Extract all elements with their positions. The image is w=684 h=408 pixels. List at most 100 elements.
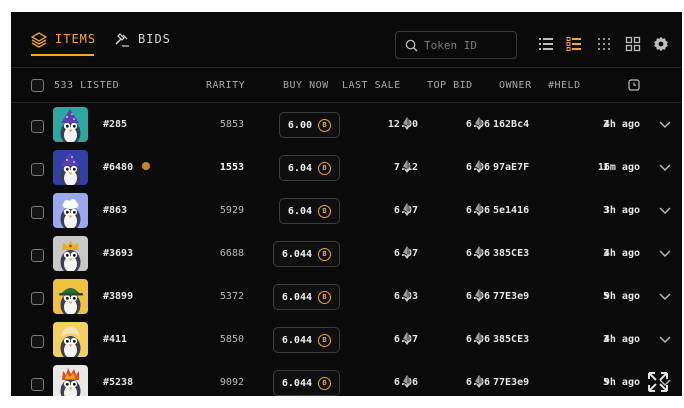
- owner-address[interactable]: 385CE3: [493, 248, 529, 259]
- row-checkbox[interactable]: [31, 163, 44, 176]
- rarity-value: 5929: [219, 205, 244, 216]
- row-checkbox[interactable]: [31, 120, 44, 133]
- rarity-value: 6688: [219, 248, 244, 259]
- nft-thumbnail[interactable]: [53, 322, 88, 357]
- listed-time: 9h ago: [603, 377, 640, 388]
- table-header: 533 LISTED RARITY BUY NOW LAST SALE TOP …: [11, 69, 682, 103]
- token-name[interactable]: #6480: [103, 162, 133, 173]
- blur-coin-icon: B: [318, 247, 331, 261]
- row-checkbox[interactable]: [31, 249, 44, 262]
- blur-coin-icon: B: [318, 376, 331, 390]
- table-row[interactable]: #41158506.044B6.076.06385CE334h ago: [11, 319, 682, 362]
- buy-now-button[interactable]: 6.04 B: [278, 198, 340, 224]
- status-badge: [142, 162, 150, 170]
- chevron-down-icon[interactable]: [659, 205, 671, 215]
- col-last-sale[interactable]: LAST SALE: [342, 80, 401, 91]
- listed-time: 4h ago: [603, 334, 640, 345]
- rarity-value: 5850: [219, 334, 244, 345]
- row-checkbox[interactable]: [31, 206, 44, 219]
- buy-now-button[interactable]: 6.044 B: [272, 284, 340, 310]
- marketplace-panel: ITEMS BIDS Token ID 533 LISTED RARITY BU…: [11, 12, 682, 396]
- token-name[interactable]: #411: [103, 334, 127, 345]
- buy-now-button[interactable]: 6.044 B: [272, 241, 340, 267]
- row-checkbox[interactable]: [31, 335, 44, 348]
- buy-now-price: 6.00: [287, 119, 312, 131]
- clock-icon[interactable]: [628, 79, 640, 91]
- blur-coin-icon: B: [318, 118, 331, 132]
- buy-now-button[interactable]: 6.00 B: [278, 112, 340, 138]
- table-row[interactable]: #86359296.04B6.076.065e141633h ago: [11, 190, 682, 233]
- chevron-down-icon[interactable]: [659, 334, 671, 344]
- blur-coin-icon: B: [318, 204, 331, 218]
- search-input[interactable]: [424, 38, 514, 52]
- col-buy-now[interactable]: BUY NOW: [283, 80, 329, 91]
- buy-now-price: 6.044: [281, 291, 312, 303]
- token-name[interactable]: #285: [103, 119, 127, 130]
- blur-coin-icon: B: [318, 333, 331, 347]
- token-name[interactable]: #3693: [103, 248, 133, 259]
- nft-thumbnail[interactable]: [53, 150, 88, 185]
- detailed-list-view-icon[interactable]: [566, 36, 582, 52]
- row-checkbox[interactable]: [31, 378, 44, 391]
- toolbar: ITEMS BIDS: [11, 12, 682, 68]
- col-rarity[interactable]: RARITY: [206, 80, 245, 91]
- nft-thumbnail[interactable]: [53, 279, 88, 314]
- tab-bids[interactable]: BIDS: [114, 32, 171, 58]
- blur-coin-icon: B: [318, 290, 331, 304]
- chevron-down-icon[interactable]: [659, 119, 671, 129]
- tab-items-label: ITEMS: [55, 32, 97, 46]
- gear-icon[interactable]: [653, 36, 669, 52]
- gavel-icon: [115, 33, 129, 47]
- token-name[interactable]: #5238: [103, 377, 133, 388]
- buy-now-button[interactable]: 6.044 B: [272, 370, 340, 396]
- table-row[interactable]: #369366886.044B6.076.06385CE334h ago: [11, 233, 682, 276]
- token-search[interactable]: [395, 31, 517, 59]
- tab-bids-label: BIDS: [138, 32, 171, 46]
- col-top-bid[interactable]: TOP BID: [427, 80, 473, 91]
- expand-icon[interactable]: [647, 371, 669, 393]
- owner-address[interactable]: 162Bc4: [493, 119, 529, 130]
- buy-now-price: 6.044: [281, 377, 312, 389]
- listed-time: 9h ago: [603, 291, 640, 302]
- listed-time: 4h ago: [603, 248, 640, 259]
- token-name[interactable]: #863: [103, 205, 127, 216]
- select-all-checkbox[interactable]: [31, 79, 44, 92]
- token-name[interactable]: #3899: [103, 291, 133, 302]
- chevron-down-icon[interactable]: [659, 162, 671, 172]
- chevron-down-icon[interactable]: [659, 248, 671, 258]
- table-row[interactable]: #389953726.044B6.036.0677E3e959h ago: [11, 276, 682, 319]
- listed-time: 16m ago: [597, 162, 640, 173]
- rarity-value: 5853: [219, 119, 244, 130]
- listed-time: 3h ago: [603, 205, 640, 216]
- owner-address[interactable]: 5e1416: [493, 205, 529, 216]
- table-row[interactable]: #28558536.00B12.006.06162Bc424h ago: [11, 104, 682, 147]
- nft-thumbnail[interactable]: [53, 107, 88, 142]
- table-row[interactable]: #523890926.044B6.066.0677E3e959h ago: [11, 362, 682, 396]
- owner-address[interactable]: 77E3e9: [493, 291, 529, 302]
- large-grid-view-icon[interactable]: [625, 36, 641, 52]
- layers-icon: [31, 32, 47, 48]
- nft-thumbnail[interactable]: [53, 193, 88, 228]
- buy-now-button[interactable]: 6.04 B: [278, 155, 340, 181]
- buy-now-button[interactable]: 6.044 B: [272, 327, 340, 353]
- col-owner[interactable]: OWNER: [499, 80, 532, 91]
- buy-now-price: 6.044: [281, 334, 312, 346]
- buy-now-price: 6.044: [281, 248, 312, 260]
- search-icon: [405, 39, 418, 52]
- nft-thumbnail[interactable]: [53, 236, 88, 271]
- chevron-down-icon[interactable]: [659, 291, 671, 301]
- tab-items[interactable]: ITEMS: [31, 32, 96, 58]
- col-held[interactable]: #HELD: [548, 80, 581, 91]
- nft-thumbnail[interactable]: [53, 365, 88, 396]
- owner-address[interactable]: 385CE3: [493, 334, 529, 345]
- owner-address[interactable]: 97aE7F: [493, 162, 529, 173]
- list-view-icon[interactable]: [538, 36, 554, 52]
- small-grid-view-icon[interactable]: [596, 36, 612, 52]
- row-checkbox[interactable]: [31, 292, 44, 305]
- owner-address[interactable]: 77E3e9: [493, 377, 529, 388]
- buy-now-price: 6.04: [287, 205, 312, 217]
- active-tab-underline: [31, 54, 94, 56]
- rarity-value: 1553: [219, 162, 244, 173]
- rarity-value: 5372: [219, 291, 244, 302]
- table-row[interactable]: #648015536.04B7.126.0697aE7F116m ago: [11, 147, 682, 190]
